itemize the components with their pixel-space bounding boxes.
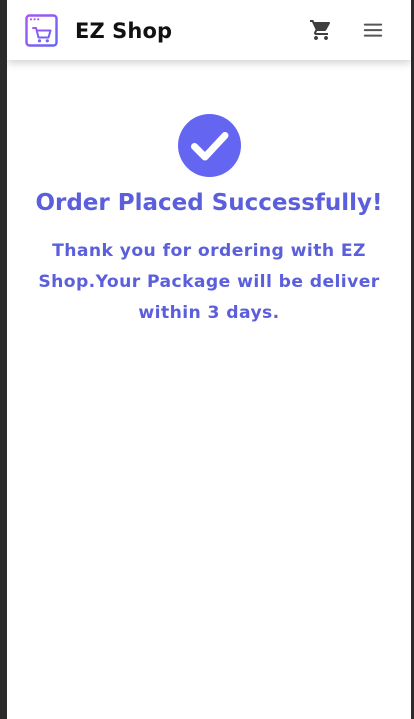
shop-logo-icon <box>25 14 58 47</box>
menu-button[interactable] <box>360 17 386 43</box>
app-viewport: EZ Shop Order Placed Successfully! Thank… <box>7 0 411 719</box>
cart-button[interactable] <box>308 17 334 43</box>
hamburger-menu-icon <box>362 19 384 41</box>
shopping-cart-icon <box>309 18 333 42</box>
check-circle-icon <box>178 114 241 177</box>
navbar: EZ Shop <box>7 0 411 60</box>
brand-name: EZ Shop <box>75 18 173 43</box>
success-message: Thank you for ordering with EZ Shop.Your… <box>38 241 380 323</box>
brand-link[interactable]: EZ Shop <box>25 14 172 47</box>
success-title: Order Placed Successfully! <box>35 190 383 216</box>
